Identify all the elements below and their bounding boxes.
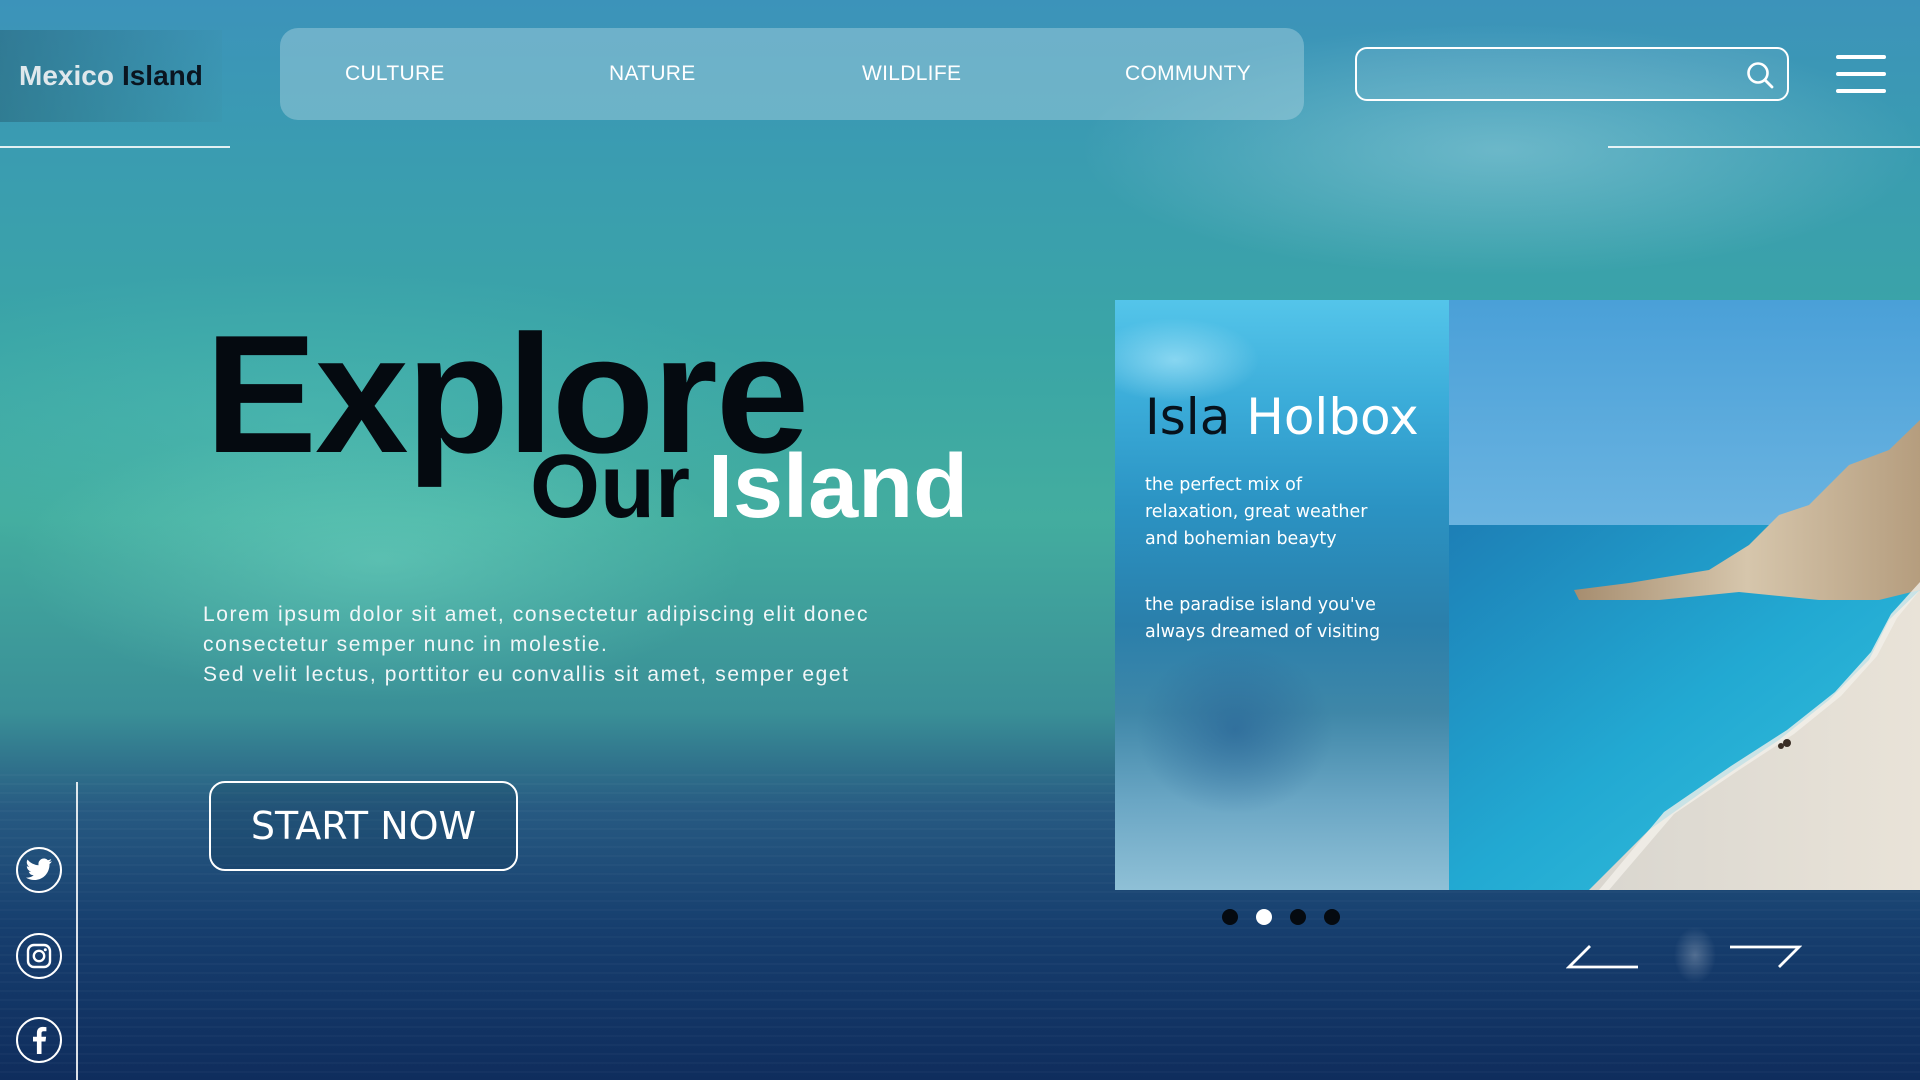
- beach-photo: [1449, 300, 1920, 890]
- card-text-line: always dreamed of visiting: [1145, 622, 1381, 642]
- prev-arrow-icon[interactable]: [1566, 943, 1640, 971]
- main-nav: CULTURE NATURE WILDLIFE COMMUNTY: [280, 28, 1304, 120]
- nav-item-community[interactable]: COMMUNTY: [1125, 28, 1251, 120]
- carousel-dot[interactable]: [1324, 909, 1340, 925]
- card-text-line: relaxation, great weather: [1145, 502, 1368, 522]
- nav-item-culture[interactable]: CULTURE: [345, 28, 445, 120]
- search-box: [1355, 47, 1789, 101]
- card-title-part2: Holbox: [1246, 388, 1419, 446]
- destination-card[interactable]: Isla Holbox the perfect mix of relaxatio…: [1115, 300, 1449, 890]
- card-description-2: the paradise island you've always dreame…: [1145, 592, 1435, 646]
- hamburger-menu-icon[interactable]: [1836, 55, 1886, 93]
- search-icon[interactable]: [1745, 60, 1775, 90]
- card-text-line: the perfect mix of: [1145, 475, 1303, 495]
- hero-title-our: Our: [530, 437, 691, 537]
- next-arrow-icon[interactable]: [1728, 943, 1802, 971]
- header-divider-left: [0, 146, 230, 148]
- hero-description-line: Sed velit lectus, porttitor eu convallis…: [203, 663, 850, 686]
- search-input[interactable]: [1371, 57, 1735, 93]
- instagram-icon[interactable]: [16, 933, 62, 979]
- social-rail-divider: [76, 782, 78, 1080]
- hero-title-island: Island: [708, 437, 969, 537]
- card-title-part1: Isla: [1145, 388, 1231, 446]
- nav-item-wildlife[interactable]: WILDLIFE: [862, 28, 961, 120]
- hero-description: Lorem ipsum dolor sit amet, consectetur …: [203, 600, 963, 690]
- facebook-icon[interactable]: [16, 1017, 62, 1063]
- carousel-dot[interactable]: [1222, 909, 1238, 925]
- carousel-dot[interactable]: [1290, 909, 1306, 925]
- brand-name-part1: Mexico: [19, 60, 114, 91]
- header-divider-right: [1608, 146, 1920, 148]
- hero-description-line: Lorem ipsum dolor sit amet, consectetur …: [203, 603, 870, 626]
- card-description-1: the perfect mix of relaxation, great wea…: [1145, 472, 1435, 553]
- card-text-line: and bohemian beayty: [1145, 529, 1337, 549]
- hero-description-line: consectetur semper nunc in molestie.: [203, 633, 609, 656]
- carousel-dot-active[interactable]: [1256, 909, 1272, 925]
- brand-logo[interactable]: Mexico Island: [0, 30, 222, 122]
- nav-item-nature[interactable]: NATURE: [609, 28, 696, 120]
- card-title: Isla Holbox: [1145, 392, 1419, 442]
- controls-glow: [1655, 915, 1735, 995]
- twitter-icon[interactable]: [16, 847, 62, 893]
- start-now-button[interactable]: START NOW: [209, 781, 518, 871]
- brand-name-part2: Island: [121, 60, 203, 91]
- card-text-line: the paradise island you've: [1145, 595, 1376, 615]
